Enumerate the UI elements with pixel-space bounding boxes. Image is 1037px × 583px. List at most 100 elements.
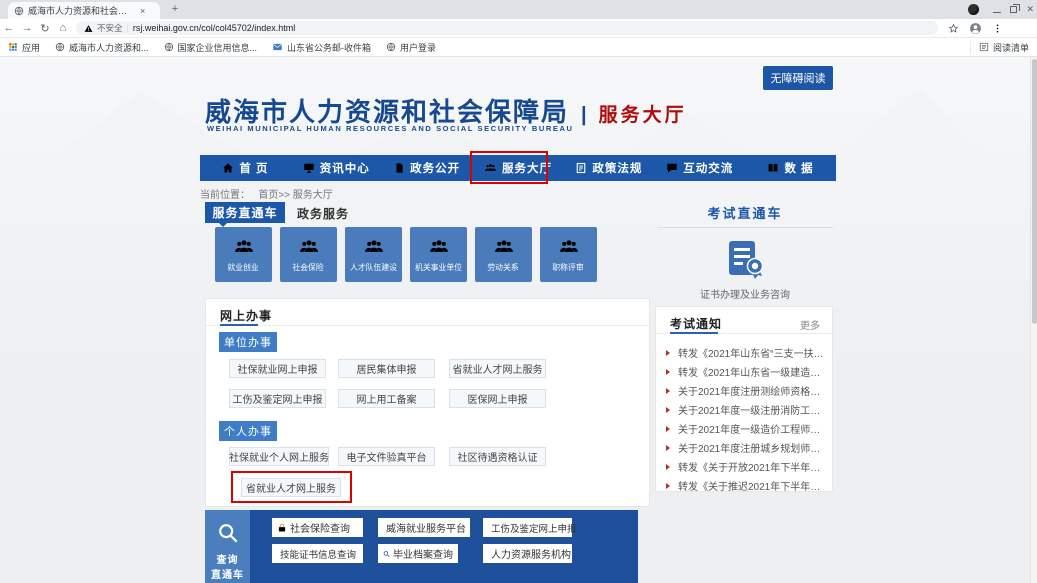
close-icon[interactable]: ✕ xyxy=(1026,2,1034,16)
notice-text: 转发《关于开放2021年下半年计算机... xyxy=(678,459,826,474)
browser-tab[interactable]: 威海市人力资源和社会保障局 服 × xyxy=(8,2,160,19)
notice-text: 关于2021年度注册测绘师资格考试有... xyxy=(678,383,826,398)
tab-gov-services[interactable]: 政务服务 xyxy=(297,205,349,222)
btn-work-injury-online-declare[interactable]: 工伤及鉴定网上申报 xyxy=(483,518,572,537)
btn-edoc-verification[interactable]: 电子文件验真平台 xyxy=(338,447,435,466)
btn-province-talent-service-personal[interactable]: 省就业人才网上服务 xyxy=(241,478,341,497)
card-employment[interactable]: 就业创业 xyxy=(215,227,272,282)
bullet-arrow-icon xyxy=(666,483,673,489)
globe-icon xyxy=(164,42,174,52)
bookmarks-bar: 应用 威海市人力资源和... 国家企业信用信息... 山东省公务邮-收件箱 用户… xyxy=(0,38,1037,57)
browser-toolbar: ← → ↻ ⌂ 不安全 | rsj.weihai.gov.cn/col/col4… xyxy=(0,19,1037,38)
reading-list-button[interactable]: 阅读清单 xyxy=(970,41,1029,54)
breadcrumb-path[interactable]: 首页>> 服务大厅 xyxy=(258,190,332,201)
btn-social-insurance-query[interactable]: 社会保险查询 xyxy=(272,518,363,537)
restore-icon[interactable] xyxy=(1010,6,1017,13)
notice-item[interactable]: 转发《关于推迟2021年下半年计算机... xyxy=(666,476,826,495)
title-underline xyxy=(670,332,718,334)
service-card-row: 就业创业 社会保险 人才队伍建设 机关事业单位 劳动关系 职称评审 xyxy=(215,227,597,282)
bookmark-item[interactable]: 国家企业信用信息... xyxy=(164,41,258,54)
btn-social-employment-declare[interactable]: 社保就业网上申报 xyxy=(229,359,326,378)
certificate-link[interactable] xyxy=(655,238,835,282)
bookmark-label: 山东省公务邮-收件箱 xyxy=(287,41,371,54)
search-icon xyxy=(217,522,239,544)
card-label: 机关事业单位 xyxy=(415,261,462,272)
btn-personal-online-service[interactable]: 社保就业个人网上服务 xyxy=(229,447,329,466)
tab-service-express[interactable]: 服务直通车 xyxy=(205,202,285,223)
notice-text: 转发《2021年山东省一级建造师资格... xyxy=(678,364,826,379)
nav-item-gov-disclosure[interactable]: 政务公开 xyxy=(382,155,473,181)
notice-item[interactable]: 转发《2021年山东省“三支一扶”计... xyxy=(666,343,826,362)
breadcrumb: 当前位置： 首页>> 服务大厅 xyxy=(200,186,333,201)
card-title-review[interactable]: 职称评审 xyxy=(540,227,597,282)
bullet-arrow-icon xyxy=(666,350,673,356)
card-label: 就业创业 xyxy=(228,261,259,272)
nav-item-interaction[interactable]: 互动交流 xyxy=(654,155,745,181)
card-label: 社会保险 xyxy=(293,261,324,272)
nav-label: 政策法规 xyxy=(592,160,642,176)
scrollbar-thumb[interactable] xyxy=(1032,59,1037,324)
minimize-icon[interactable] xyxy=(993,12,1001,13)
notice-item[interactable]: 关于2021年度一级注册消防工程师资... xyxy=(666,400,826,419)
accessibility-reading-button[interactable]: 无障碍阅读 xyxy=(763,66,833,90)
notice-item[interactable]: 关于2021年度一级造价工程师职业资... xyxy=(666,419,826,438)
service-hall-title: 服务大厅 xyxy=(599,100,687,127)
card-public-institutions[interactable]: 机关事业单位 xyxy=(410,227,467,282)
globe-icon xyxy=(386,42,396,52)
home-button[interactable]: ⌂ xyxy=(54,22,72,34)
nav-item-data[interactable]: 数 据 xyxy=(745,155,836,181)
btn-hr-service-agency[interactable]: 人力资源服务机构 xyxy=(483,544,572,563)
new-tab-button[interactable]: + xyxy=(168,3,182,17)
nav-item-news-center[interactable]: 资讯中心 xyxy=(291,155,382,181)
btn-community-benefit-cert[interactable]: 社区待遇资格认证 xyxy=(449,447,546,466)
not-secure-warning-icon xyxy=(84,24,93,33)
bookmark-label: 用户登录 xyxy=(400,41,436,54)
bullet-arrow-icon xyxy=(666,407,673,413)
security-label: 不安全 xyxy=(97,22,123,34)
bookmark-item[interactable]: 山东省公务邮-收件箱 xyxy=(272,41,371,54)
btn-online-employment-record[interactable]: 网上用工备案 xyxy=(338,389,435,408)
address-bar[interactable]: 不安全 | rsj.weihai.gov.cn/col/col45702/ind… xyxy=(76,21,938,35)
more-link[interactable]: 更多 xyxy=(800,317,820,332)
card-talent-team[interactable]: 人才队伍建设 xyxy=(345,227,402,282)
back-button[interactable]: ← xyxy=(0,22,18,34)
card-labor-relations[interactable]: 劳动关系 xyxy=(475,227,532,282)
btn-graduate-archive-query[interactable]: 毕业档案查询 xyxy=(378,544,458,563)
nav-item-home[interactable]: 首 页 xyxy=(200,155,291,181)
query-btn-label: 社会保险查询 xyxy=(290,520,350,535)
nav-label: 互动交流 xyxy=(683,160,733,176)
notice-text: 转发《2021年山东省“三支一扶”计... xyxy=(678,345,826,360)
nav-item-policies[interactable]: 政策法规 xyxy=(563,155,654,181)
notice-item[interactable]: 关于2021年度注册城乡规划师职业资... xyxy=(666,438,826,457)
bookmark-label: 应用 xyxy=(22,41,40,54)
reading-list-icon xyxy=(979,42,989,52)
notice-item[interactable]: 转发《2021年山东省一级建造师资格... xyxy=(666,362,826,381)
title-underline xyxy=(220,324,258,326)
browser-menu-icon[interactable] xyxy=(992,23,1003,34)
profile-avatar-icon[interactable] xyxy=(969,22,982,35)
nav-item-service-hall[interactable]: 服务大厅 xyxy=(473,155,564,181)
reload-button[interactable]: ↻ xyxy=(36,22,54,35)
bookmark-item[interactable]: 威海市人力资源和... xyxy=(55,41,149,54)
notice-item[interactable]: 关于2021年度注册测绘师资格考试有... xyxy=(666,381,826,400)
tab-strip: 威海市人力资源和社会保障局 服 × + ✕ xyxy=(0,0,1037,19)
page-scrollbar[interactable] xyxy=(1030,57,1037,583)
nav-label: 首 页 xyxy=(239,160,268,176)
browser-extension-icon[interactable] xyxy=(968,4,979,15)
card-social-insurance[interactable]: 社会保险 xyxy=(280,227,337,282)
btn-weihai-employment-platform[interactable]: 威海就业服务平台 xyxy=(378,518,470,537)
bookmark-item[interactable]: 用户登录 xyxy=(386,41,436,54)
btn-resident-collective-declare[interactable]: 居民集体申报 xyxy=(338,359,435,378)
forward-button[interactable]: → xyxy=(18,22,36,34)
btn-skill-certificate-query[interactable]: 技能证书信息查询 xyxy=(272,544,363,563)
tab-close-icon[interactable]: × xyxy=(140,6,145,16)
nav-label: 资讯中心 xyxy=(320,160,370,176)
btn-work-injury-declare[interactable]: 工伤及鉴定网上申报 xyxy=(229,389,326,408)
apps-shortcut[interactable]: 应用 xyxy=(8,41,40,54)
btn-province-talent-service-unit[interactable]: 省就业人才网上服务 xyxy=(449,359,546,378)
btn-medical-insurance-declare[interactable]: 医保网上申报 xyxy=(449,389,546,408)
bookmark-star-icon[interactable] xyxy=(948,23,959,34)
query-express-tab[interactable]: 查询 直通车 xyxy=(205,510,250,583)
exam-title-divider xyxy=(657,227,833,228)
notice-item[interactable]: 转发《关于开放2021年下半年计算机... xyxy=(666,457,826,476)
